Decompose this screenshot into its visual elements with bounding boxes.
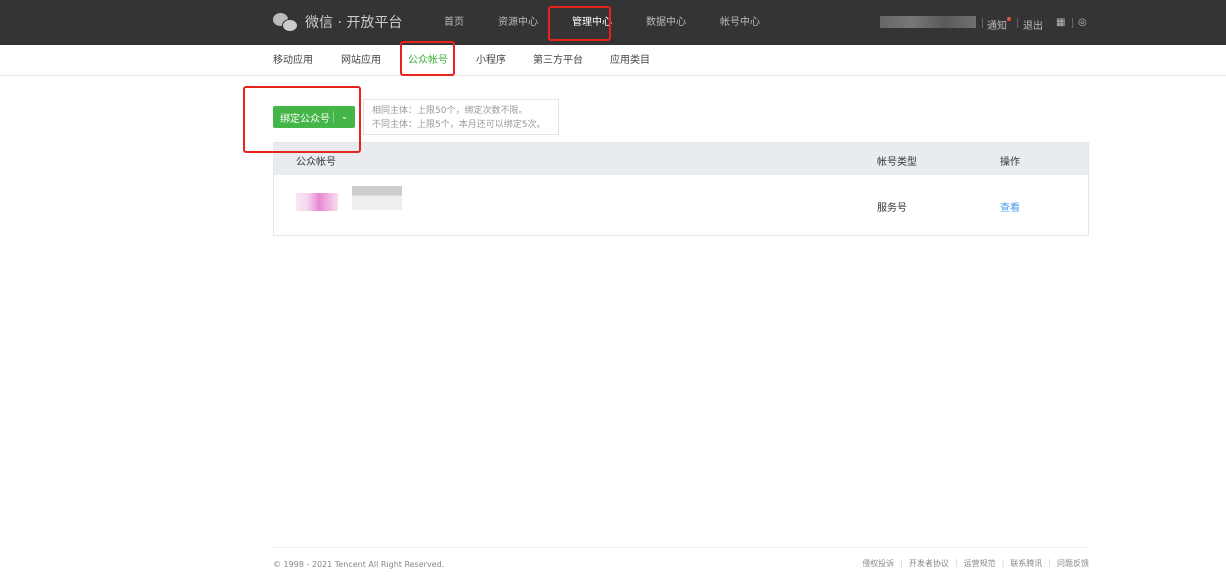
tab-app-category[interactable]: 应用类目: [610, 45, 650, 76]
nav-home[interactable]: 首页: [430, 0, 478, 45]
nav-resources[interactable]: 资源中心: [484, 0, 552, 45]
notice-link[interactable]: 通知: [987, 17, 1007, 32]
footer: © 1998 - 2021 Tencent All Right Reserved…: [273, 547, 1089, 569]
accounts-table: 公众帐号 帐号类型 操作 服务号 查看: [273, 142, 1089, 236]
tip-line: 不同主体：上限5个，本月还可以绑定5次。: [372, 120, 546, 130]
wechat-logo-icon: [273, 13, 298, 32]
divider: [982, 18, 983, 28]
col-account: 公众帐号: [296, 157, 336, 168]
account-name-blurred: [352, 186, 402, 210]
sub-nav: 移动应用 网站应用 公众帐号 小程序 第三方平台 应用类目: [0, 45, 1226, 76]
footer-link-contact[interactable]: 联系腾讯: [1010, 558, 1042, 569]
divider: [1072, 18, 1073, 28]
tab-mobile-app[interactable]: 移动应用: [273, 45, 313, 76]
top-header: 微信 · 开放平台 首页 资源中心 管理中心 数据中心 帐号中心 通知 退出 ▦…: [0, 0, 1226, 45]
account-avatar-blurred: [296, 193, 338, 211]
globe-icon[interactable]: ◎: [1078, 17, 1087, 28]
footer-link-feedback[interactable]: 问题反馈: [1057, 558, 1089, 569]
tab-website-app[interactable]: 网站应用: [341, 45, 381, 76]
divider: [1017, 18, 1018, 28]
col-type: 帐号类型: [877, 157, 917, 168]
account-type: 服务号: [877, 203, 907, 214]
col-action: 操作: [1000, 157, 1020, 168]
nav-data[interactable]: 数据中心: [632, 0, 700, 45]
footer-link-developer-agreement[interactable]: 开发者协议: [909, 558, 949, 569]
footer-link-operation-rules[interactable]: 运营规范: [964, 558, 996, 569]
table-row: 服务号 查看: [274, 175, 1088, 235]
nav-account[interactable]: 帐号中心: [706, 0, 774, 45]
tip-line: 相同主体：上限50个，绑定次数不限。: [372, 106, 528, 116]
tab-mini-program[interactable]: 小程序: [476, 45, 506, 76]
notice-badge: [1007, 17, 1011, 21]
table-header: 公众帐号 帐号类型 操作: [274, 143, 1088, 175]
view-link[interactable]: 查看: [1000, 199, 1020, 214]
copyright: © 1998 - 2021 Tencent All Right Reserved…: [273, 560, 445, 569]
footer-link-infringement[interactable]: 侵权投诉: [862, 558, 894, 569]
annotation-box: [243, 86, 361, 153]
qrcode-icon[interactable]: ▦: [1056, 17, 1065, 28]
footer-links: 侵权投诉 | 开发者协议 | 运营规范 | 联系腾讯 | 问题反馈: [862, 558, 1089, 569]
logout-link[interactable]: 退出: [1023, 17, 1043, 32]
logo-text: 微信 · 开放平台: [305, 15, 403, 31]
annotation-box: [548, 6, 611, 41]
annotation-box: [400, 41, 455, 76]
bind-limit-tip: 相同主体：上限50个，绑定次数不限。 不同主体：上限5个，本月还可以绑定5次。: [363, 99, 559, 135]
tab-third-party[interactable]: 第三方平台: [533, 45, 583, 76]
user-name-blurred[interactable]: [880, 16, 976, 28]
logo[interactable]: 微信 · 开放平台: [273, 12, 402, 32]
